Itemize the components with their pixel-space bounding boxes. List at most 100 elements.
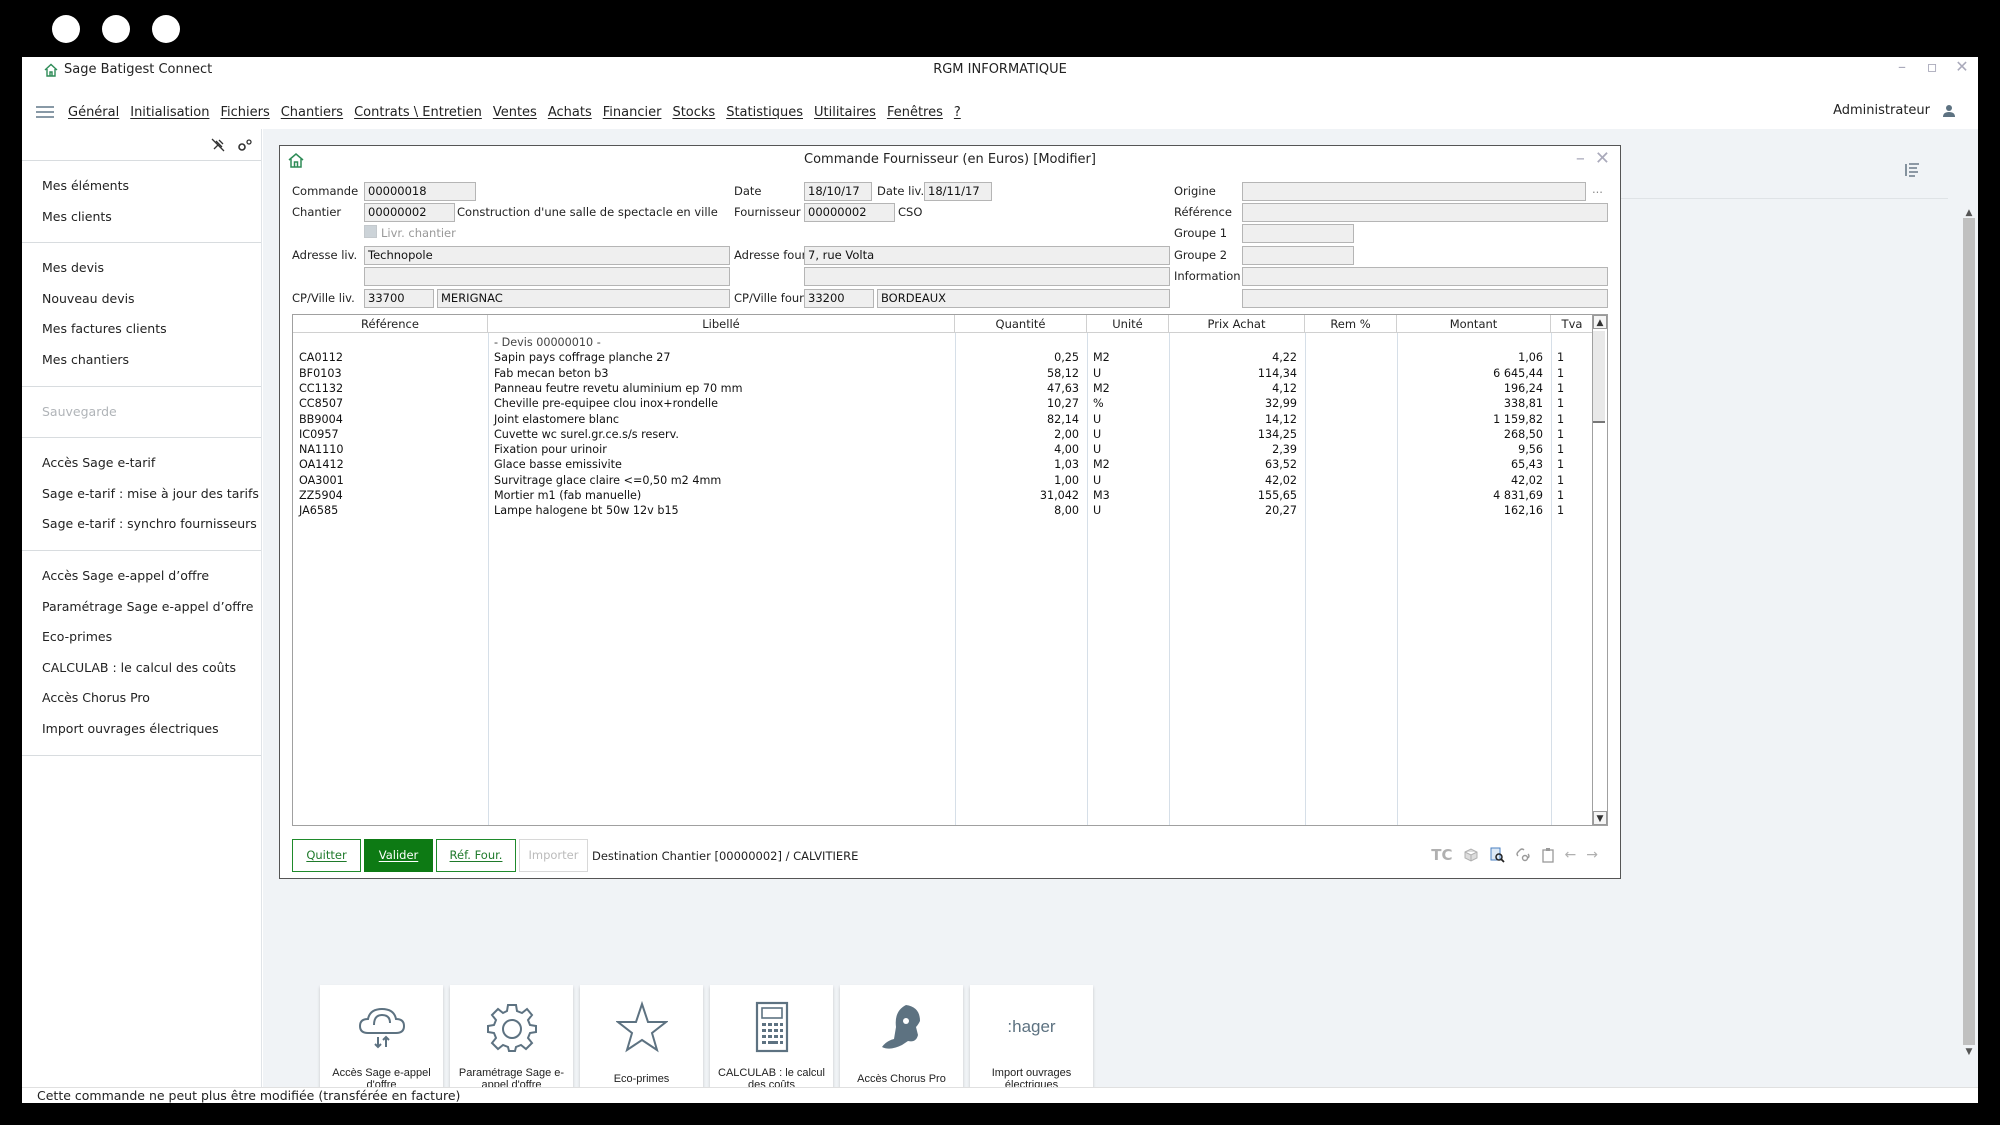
main-scrollbar[interactable]: ▲ ▼	[1963, 208, 1975, 1057]
scrollbar-thumb[interactable]	[1963, 218, 1975, 1045]
column-header-reference[interactable]: Référence	[293, 315, 488, 333]
groupe-2-field[interactable]	[1242, 246, 1354, 265]
adresse-four-field-2[interactable]	[804, 267, 1170, 286]
tile-eco-primes[interactable]: Eco-primes	[580, 985, 703, 1103]
sidebar-item-e-tarif-maj-tarifs[interactable]: Sage e-tarif : mise à jour des tarifs	[22, 479, 261, 510]
commande-field[interactable]: 00000018	[364, 182, 476, 201]
hamburger-menu-icon[interactable]	[36, 106, 54, 118]
list-view-icon[interactable]	[1904, 161, 1922, 179]
menu-achats[interactable]: Achats	[548, 105, 592, 120]
menu-ventes[interactable]: Ventes	[493, 105, 537, 120]
sidebar-item-acces-e-appel-offre[interactable]: Accès Sage e-appel d’offre	[22, 561, 261, 592]
cp-four-field[interactable]: 33200	[804, 289, 874, 308]
quitter-button[interactable]: Quitter	[292, 839, 361, 872]
scroll-down-icon[interactable]: ▼	[1963, 1047, 1975, 1057]
tile-calculab[interactable]: CALCULAB : le calcul des coûts	[710, 985, 833, 1103]
menu-general[interactable]: Général	[68, 105, 119, 120]
date-liv-field[interactable]: 18/11/17	[924, 182, 992, 201]
table-row[interactable]: NA1110 Fixation pour urinoir 4,00 U 2,39 9,56…	[293, 442, 1593, 457]
menu-chantiers[interactable]: Chantiers	[281, 105, 343, 120]
sidebar-item-e-tarif-synchro[interactable]: Sage e-tarif : synchro fournisseurs	[22, 509, 261, 540]
chantier-field[interactable]: 00000002	[364, 203, 455, 222]
grid-scrollbar[interactable]: ▲ ▼	[1592, 315, 1607, 825]
table-row[interactable]: CC1132 Panneau feutre revetu aluminium ep…	[293, 381, 1593, 396]
reference-field[interactable]	[1242, 203, 1608, 222]
user-menu[interactable]: Administrateur	[1833, 103, 1956, 118]
group-row[interactable]: - Devis 00000010 -	[293, 335, 1593, 350]
column-header-quantite[interactable]: Quantité	[955, 315, 1087, 333]
menu-statistiques[interactable]: Statistiques	[726, 105, 803, 120]
sidebar-item-mes-elements[interactable]: Mes éléments	[22, 171, 261, 202]
sidebar-item-calculab[interactable]: CALCULAB : le calcul des coûts	[22, 653, 261, 684]
column-header-rem[interactable]: Rem %	[1305, 315, 1397, 333]
column-header-libelle[interactable]: Libellé	[488, 315, 955, 333]
tile-parametrage-e-appel-offre[interactable]: Paramétrage Sage e-appel d'offre	[450, 985, 573, 1103]
table-row[interactable]: CA0112 Sapin pays coffrage planche 27 0,25…	[293, 350, 1593, 365]
sidebar-item-mes-clients[interactable]: Mes clients	[22, 202, 261, 233]
adresse-liv-field-2[interactable]	[364, 267, 730, 286]
table-row[interactable]: OA1412 Glace basse emissivite 1,03 M2 63,52 6…	[293, 457, 1593, 472]
tile-chorus-pro[interactable]: Accès Chorus Pro	[840, 985, 963, 1103]
information-field-1[interactable]	[1242, 267, 1608, 286]
livr-chantier-checkbox[interactable]	[364, 225, 377, 238]
table-row[interactable]: JA6585 Lampe halogene bt 50w 12v b15 8,00 U…	[293, 503, 1593, 518]
link-settings-icon[interactable]	[1515, 847, 1531, 863]
table-row[interactable]: ZZ5904 Mortier m1 (fab manuelle) 31,042 M3 1…	[293, 488, 1593, 503]
box-icon[interactable]	[1463, 847, 1479, 863]
scrollbar-thumb[interactable]	[1593, 331, 1605, 423]
adresse-liv-field-1[interactable]: Technopole	[364, 246, 730, 265]
menu-help[interactable]: ?	[954, 105, 961, 120]
column-header-unite[interactable]: Unité	[1087, 315, 1169, 333]
menu-contrats-entretien[interactable]: Contrats \ Entretien	[354, 105, 482, 120]
information-field-2[interactable]	[1242, 289, 1608, 308]
table-row[interactable]: BF0103 Fab mecan beton b3 58,12 U 114,34 6 64…	[293, 366, 1593, 381]
menu-financier[interactable]: Financier	[603, 105, 662, 120]
column-header-montant[interactable]: Montant	[1397, 315, 1551, 333]
sidebar-item-acces-sage-e-tarif[interactable]: Accès Sage e-tarif	[22, 448, 261, 479]
groupe-1-field[interactable]	[1242, 224, 1354, 243]
close-icon[interactable]: ✕	[1595, 148, 1610, 169]
ville-liv-field[interactable]: MERIGNAC	[437, 289, 730, 308]
sidebar-item-import-ouvrages[interactable]: Import ouvrages électriques	[22, 714, 261, 745]
column-header-tva[interactable]: Tva	[1551, 315, 1593, 333]
sidebar-item-eco-primes[interactable]: Eco-primes	[22, 622, 261, 653]
sidebar-item-nouveau-devis[interactable]: Nouveau devis	[22, 284, 261, 315]
ref-four-button[interactable]: Réf. Four.	[436, 839, 516, 872]
column-header-prix-achat[interactable]: Prix Achat	[1169, 315, 1305, 333]
clipboard-icon[interactable]	[1541, 847, 1555, 863]
table-row[interactable]: IC0957 Cuvette wc surel.gr.ce.s/s reserv.…	[293, 427, 1593, 442]
ville-four-field[interactable]: BORDEAUX	[877, 289, 1170, 308]
menu-fenetres[interactable]: Fenêtres	[887, 105, 943, 120]
home-icon[interactable]	[288, 152, 304, 168]
tile-acces-e-appel-offre[interactable]: Accès Sage e-appel d'offre	[320, 985, 443, 1103]
minimize-icon[interactable]: –	[1576, 148, 1585, 169]
scroll-down-icon[interactable]: ▼	[1593, 811, 1607, 825]
date-field[interactable]: 18/10/17	[804, 182, 872, 201]
arrow-right-icon[interactable]: →	[1586, 847, 1598, 863]
scroll-up-icon[interactable]: ▲	[1963, 208, 1975, 218]
unpin-icon[interactable]	[211, 138, 225, 152]
arrow-left-icon[interactable]: ←	[1565, 847, 1577, 863]
maximize-icon[interactable]: ▫	[1924, 57, 1940, 76]
fournisseur-field[interactable]: 00000002	[804, 203, 895, 222]
table-row[interactable]: CC8507 Cheville pre-equipee clou inox+ron…	[293, 396, 1593, 411]
table-row[interactable]: OA3001 Survitrage glace claire <=0,50 m2 …	[293, 473, 1593, 488]
tc-icon[interactable]: TC	[1431, 846, 1452, 864]
origine-more-button[interactable]: ...	[1592, 182, 1603, 196]
adresse-four-field-1[interactable]: 7, rue Volta	[804, 246, 1170, 265]
tile-import-ouvrages[interactable]: :hager Import ouvrages électriques	[970, 985, 1093, 1103]
scroll-up-icon[interactable]: ▲	[1593, 315, 1607, 329]
cp-liv-field[interactable]: 33700	[364, 289, 434, 308]
document-search-icon[interactable]	[1489, 847, 1505, 863]
sidebar-item-parametrage-e-appel-offre[interactable]: Paramétrage Sage e-appel d’offre	[22, 592, 261, 623]
origine-field[interactable]	[1242, 182, 1586, 201]
minimize-icon[interactable]: –	[1894, 57, 1910, 76]
sidebar-item-mes-chantiers[interactable]: Mes chantiers	[22, 345, 261, 376]
sidebar-item-mes-factures-clients[interactable]: Mes factures clients	[22, 314, 261, 345]
sidebar-item-mes-devis[interactable]: Mes devis	[22, 253, 261, 284]
table-row[interactable]: BB9004 Joint elastomere blanc 82,14 U 14,12 1…	[293, 412, 1593, 427]
menu-utilitaires[interactable]: Utilitaires	[814, 105, 876, 120]
valider-button[interactable]: Valider	[364, 839, 433, 872]
close-icon[interactable]: ✕	[1954, 57, 1970, 76]
menu-initialisation[interactable]: Initialisation	[130, 105, 209, 120]
